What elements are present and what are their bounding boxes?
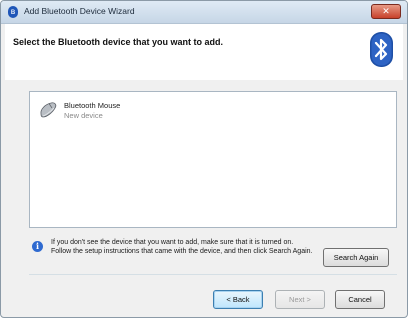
device-list[interactable]: Bluetooth Mouse New device	[29, 91, 397, 228]
title-bar[interactable]: ʙ Add Bluetooth Device Wizard ✕	[1, 1, 407, 24]
info-text: If you don't see the device that you wan…	[51, 239, 313, 255]
wizard-header: Select the Bluetooth device that you wan…	[5, 24, 403, 80]
wizard-content: Bluetooth Mouse New device i If you don'…	[5, 81, 403, 317]
bluetooth-logo-icon	[370, 32, 393, 67]
search-again-button[interactable]: Search Again	[323, 248, 389, 267]
cancel-button[interactable]: Cancel	[335, 290, 385, 309]
close-button[interactable]: ✕	[371, 4, 401, 19]
window-title: Add Bluetooth Device Wizard	[24, 6, 135, 16]
info-icon: i	[32, 241, 43, 252]
page-instruction: Select the Bluetooth device that you wan…	[13, 37, 224, 47]
next-button[interactable]: Next >	[275, 290, 325, 309]
mouse-icon	[40, 102, 57, 118]
device-name: Bluetooth Mouse	[64, 101, 121, 110]
divider	[29, 274, 397, 275]
wizard-window: ʙ Add Bluetooth Device Wizard ✕ Select t…	[0, 0, 408, 318]
back-button[interactable]: < Back	[213, 290, 263, 309]
bluetooth-app-icon: ʙ	[8, 6, 18, 18]
device-status: New device	[64, 111, 103, 120]
list-item[interactable]: Bluetooth Mouse New device	[38, 98, 158, 128]
